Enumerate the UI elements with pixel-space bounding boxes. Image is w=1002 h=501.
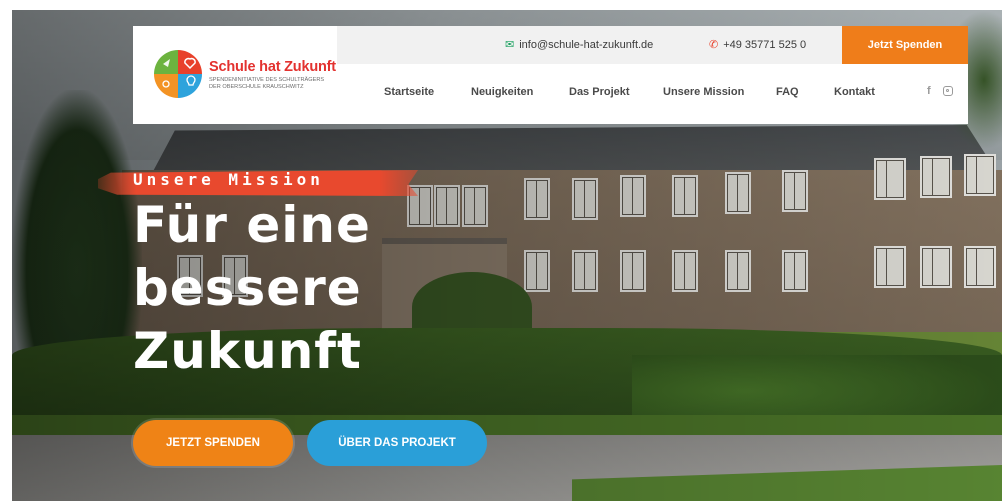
site-logo-link[interactable]: Schule hat Zukunft Spendeninitiative des… [133, 26, 337, 124]
phone-link[interactable]: ✆ +49 35771 525 0 [709, 38, 806, 51]
site-header: Schule hat Zukunft Spendeninitiative des… [133, 26, 968, 124]
envelope-icon: ✉ [505, 39, 515, 51]
brand-tagline: Spendeninitiative des Schulträgers der O… [209, 77, 325, 90]
phone-icon: ✆ [709, 39, 719, 51]
about-project-button[interactable]: ÜBER DAS PROJEKT [307, 420, 487, 466]
headline-line-3: Zukunft [133, 322, 362, 380]
hero-headline: Für eine bessere Zukunft [133, 194, 371, 383]
brand-name: Schule hat Zukunft [209, 59, 336, 75]
donate-header-label: Jetzt Spenden [867, 39, 943, 51]
main-nav: Startseite Neuigkeiten Das Projekt Unser… [337, 64, 968, 124]
headline-line-2: bessere [133, 259, 362, 317]
headline-line-1: Für eine [133, 196, 371, 254]
hero-eyebrow: Unsere Mission [133, 170, 324, 189]
nav-item-faq[interactable]: FAQ [776, 86, 799, 98]
nav-item-kontakt[interactable]: Kontakt [834, 86, 875, 98]
email-address: info@schule-hat-zukunft.de [519, 39, 654, 51]
nav-item-neuigkeiten[interactable]: Neuigkeiten [471, 86, 533, 98]
about-project-label: ÜBER DAS PROJEKT [338, 437, 456, 449]
nav-item-unsere-mission[interactable]: Unsere Mission [663, 86, 744, 98]
donate-now-label: JETZT SPENDEN [166, 437, 260, 449]
logo-emblem-icon [154, 50, 202, 98]
nav-item-startseite[interactable]: Startseite [384, 86, 434, 98]
contact-bar: ✉ info@schule-hat-zukunft.de ✆ +49 35771 5… [337, 26, 968, 64]
page: Schule hat Zukunft Spendeninitiative des… [0, 0, 1002, 501]
instagram-icon[interactable] [943, 85, 953, 98]
donate-now-button[interactable]: JETZT SPENDEN [133, 420, 293, 466]
donate-header-button[interactable]: Jetzt Spenden [842, 26, 968, 64]
phone-number: +49 35771 525 0 [723, 39, 807, 51]
facebook-icon[interactable]: f [927, 85, 931, 97]
email-link[interactable]: ✉ info@schule-hat-zukunft.de [505, 38, 653, 51]
nav-item-das-projekt[interactable]: Das Projekt [569, 86, 630, 98]
